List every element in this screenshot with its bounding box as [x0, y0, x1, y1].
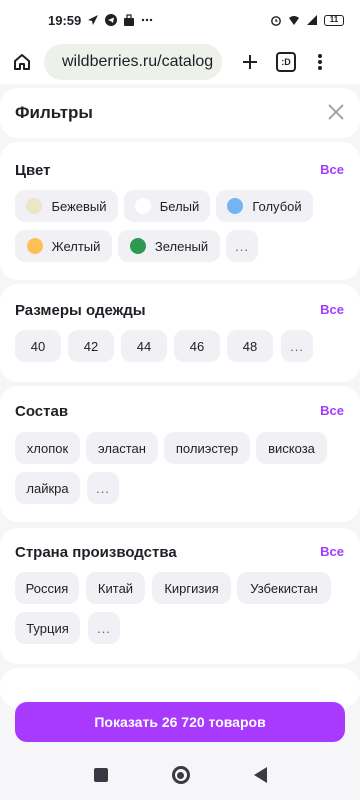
- chip-country-china[interactable]: Китай: [86, 572, 145, 604]
- system-nav-bar: [0, 750, 360, 800]
- recents-icon[interactable]: [93, 768, 108, 782]
- chip-size-46[interactable]: 46: [174, 330, 220, 362]
- chip-size-42[interactable]: 42: [68, 330, 114, 362]
- filters-header: Фильтры: [0, 88, 360, 138]
- browser-menu-button[interactable]: [310, 48, 330, 76]
- bag-icon: [124, 14, 135, 26]
- back-icon[interactable]: [253, 767, 267, 783]
- location-icon: [88, 15, 99, 25]
- chip-material-cotton[interactable]: хлопок: [15, 432, 80, 464]
- chip-material-viscose[interactable]: вискоза: [256, 432, 327, 464]
- chip-size-more[interactable]: ...: [281, 330, 313, 362]
- notification-more-icon: [142, 18, 153, 22]
- color-swatch: [26, 238, 43, 254]
- filter-section-country: Страна производства Все Россия Китай Кир…: [0, 528, 360, 664]
- telegram-icon: [105, 14, 118, 26]
- color-swatch: [134, 198, 151, 214]
- chip-size-48[interactable]: 48: [227, 330, 273, 362]
- chip-country-turkey[interactable]: Турция: [15, 612, 80, 644]
- chip-material-elastane[interactable]: эластан: [86, 432, 158, 464]
- section-title-composition: Состав: [15, 403, 69, 420]
- browser-toolbar: wildberries.ru/catalog :D: [0, 40, 360, 84]
- url-text: wildberries.ru/catalog: [62, 53, 214, 70]
- all-link-country[interactable]: Все: [320, 544, 344, 559]
- section-title-color: Цвет: [15, 162, 51, 179]
- signal-icon: [307, 15, 317, 25]
- color-swatch: [227, 198, 244, 214]
- chip-country-kyrgyzstan[interactable]: Киргизия: [152, 572, 231, 604]
- chip-color-more[interactable]: ...: [226, 230, 258, 262]
- chip-color-white[interactable]: Белый: [124, 190, 210, 222]
- section-title-sizes: Размеры одежды: [15, 302, 146, 319]
- all-link-color[interactable]: Все: [320, 162, 344, 177]
- wifi-icon: [289, 16, 299, 25]
- home-icon: [14, 54, 30, 70]
- chip-material-polyester[interactable]: полиэстер: [164, 432, 250, 464]
- all-link-composition[interactable]: Все: [320, 403, 344, 418]
- all-link-sizes[interactable]: Все: [320, 302, 344, 317]
- color-swatch: [129, 238, 146, 254]
- plus-icon: [243, 55, 257, 69]
- new-tab-button[interactable]: [236, 48, 264, 76]
- chip-color-beige[interactable]: Бежевый: [15, 190, 118, 222]
- close-icon[interactable]: [326, 102, 346, 122]
- home-nav-icon[interactable]: [171, 766, 190, 784]
- chip-country-uzbekistan[interactable]: Узбекистан: [237, 572, 331, 604]
- filter-section-composition: Состав Все хлопок эластан полиэстер виск…: [0, 386, 360, 522]
- home-button[interactable]: [8, 48, 36, 76]
- chip-material-lycra[interactable]: лайкра: [15, 472, 80, 504]
- alarm-icon: [271, 16, 281, 26]
- chip-size-44[interactable]: 44: [121, 330, 167, 362]
- chip-color-green[interactable]: Зеленый: [118, 230, 220, 262]
- tabs-button[interactable]: :D: [276, 52, 296, 72]
- chip-country-more[interactable]: ...: [88, 612, 120, 644]
- chip-country-russia[interactable]: Россия: [15, 572, 79, 604]
- filters-title: Фильтры: [15, 103, 93, 122]
- chip-material-more[interactable]: ...: [87, 472, 119, 504]
- section-title-country: Страна производства: [15, 544, 177, 561]
- chip-size-40[interactable]: 40: [15, 330, 61, 362]
- show-results-button[interactable]: Показать 26 720 товаров: [15, 702, 345, 742]
- battery-indicator: 11: [324, 14, 344, 26]
- address-bar[interactable]: wildberries.ru/catalog: [44, 44, 222, 80]
- status-time: 19:59: [48, 12, 82, 28]
- filter-section-sizes: Размеры одежды Все 40 42 44 46 48 ...: [0, 284, 360, 382]
- filter-section-color: Цвет Все Бежевый Белый Голубой Желтый Зе…: [0, 142, 360, 280]
- kebab-menu-icon: [318, 54, 322, 70]
- chip-color-yellow[interactable]: Желтый: [15, 230, 112, 262]
- color-swatch: [26, 198, 43, 214]
- status-bar: 19:59 11: [0, 0, 360, 40]
- chip-color-light-blue[interactable]: Голубой: [216, 190, 313, 222]
